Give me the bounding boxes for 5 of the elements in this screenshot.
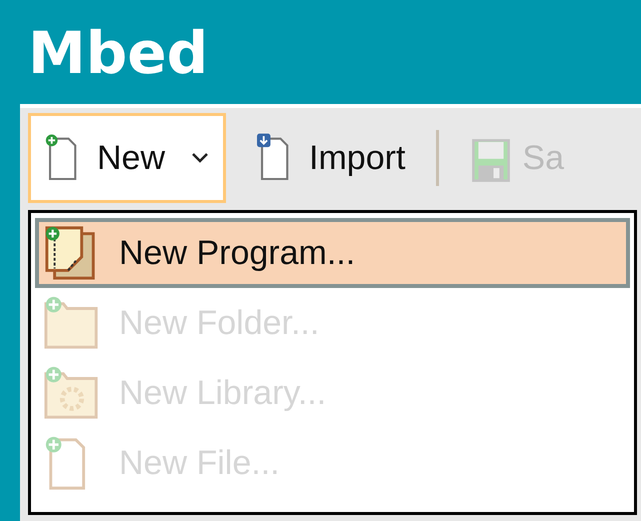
import-button[interactable]: Import [240, 113, 422, 203]
caret-icon [191, 152, 210, 164]
app-title: Mbed [27, 18, 210, 89]
new-button[interactable]: New [28, 113, 226, 203]
menu-item[interactable]: New Program... [35, 218, 630, 288]
